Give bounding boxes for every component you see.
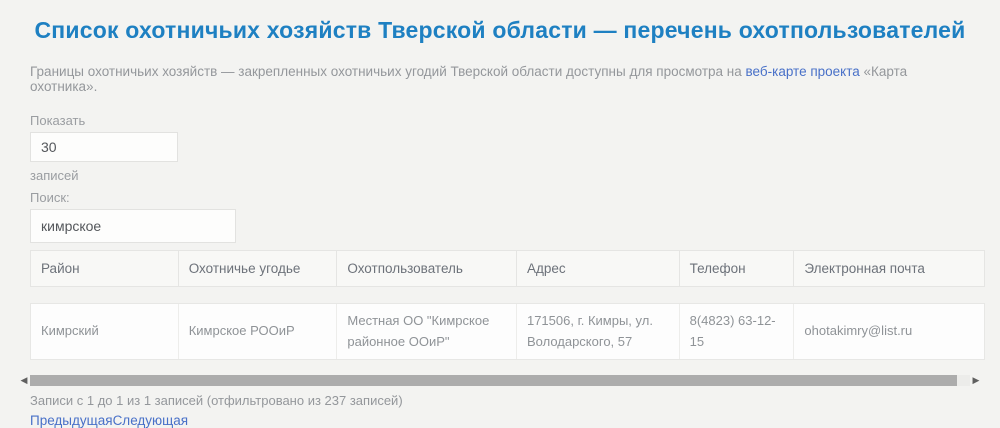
page-title: Список охотничьих хозяйств Тверской обла…	[34, 17, 966, 43]
horizontal-scrollbar[interactable]: ◀ ▶	[18, 374, 982, 386]
results-table: Район Охотничье угодье Охотпользователь …	[30, 250, 985, 360]
column-header-hunting-user[interactable]: Охотпользователь	[337, 251, 517, 286]
scrollbar-thumb[interactable]	[30, 374, 957, 386]
cell-phone: 8(4823) 63-12-15	[680, 304, 795, 359]
table-header-row: Район Охотничье угодье Охотпользователь …	[30, 250, 985, 287]
table-row: Кимрский Кимрское РООиР Местная ОО "Кимр…	[30, 303, 985, 360]
search-label: Поиск:	[30, 190, 70, 205]
column-header-address[interactable]: Адрес	[517, 251, 680, 286]
scrollbar-track[interactable]	[30, 374, 970, 386]
page-container: Список охотничьих хозяйств Тверской обла…	[0, 17, 1000, 428]
pagination: ПредыдущаяСледующая	[30, 413, 970, 428]
intro-before-link: Границы охотничьих хозяйств — закрепленн…	[30, 64, 746, 79]
column-header-district[interactable]: Район	[31, 251, 179, 286]
page-length-input[interactable]	[30, 132, 178, 162]
cell-district: Кимрский	[31, 304, 179, 359]
previous-page-link[interactable]: Предыдущая	[30, 413, 113, 428]
intro-text: Границы охотничьих хозяйств — закрепленн…	[30, 64, 970, 94]
scroll-left-arrow-icon[interactable]: ◀	[18, 374, 30, 386]
next-page-link[interactable]: Следующая	[113, 413, 189, 428]
scroll-right-arrow-icon[interactable]: ▶	[970, 374, 982, 386]
length-label-after: записей	[30, 168, 79, 183]
web-map-link[interactable]: веб-карте проекта	[746, 64, 860, 79]
cell-hunting-user: Местная ОО "Кимрское районное ООиР"	[337, 304, 517, 359]
search-input[interactable]	[30, 209, 236, 243]
cell-email: ohotakimry@list.ru	[804, 323, 913, 339]
cell-hunting-ground: Кимрское РООиР	[179, 304, 338, 359]
column-header-email[interactable]: Электронная почта	[794, 251, 984, 286]
records-info: Записи с 1 до 1 из 1 записей (отфильтров…	[30, 393, 403, 408]
column-header-hunting-ground[interactable]: Охотничье угодье	[179, 251, 338, 286]
length-label-before: Показать	[30, 113, 86, 128]
cell-address: 171506, г. Кимры, ул. Володарского, 57	[517, 304, 680, 359]
column-header-phone[interactable]: Телефон	[680, 251, 795, 286]
